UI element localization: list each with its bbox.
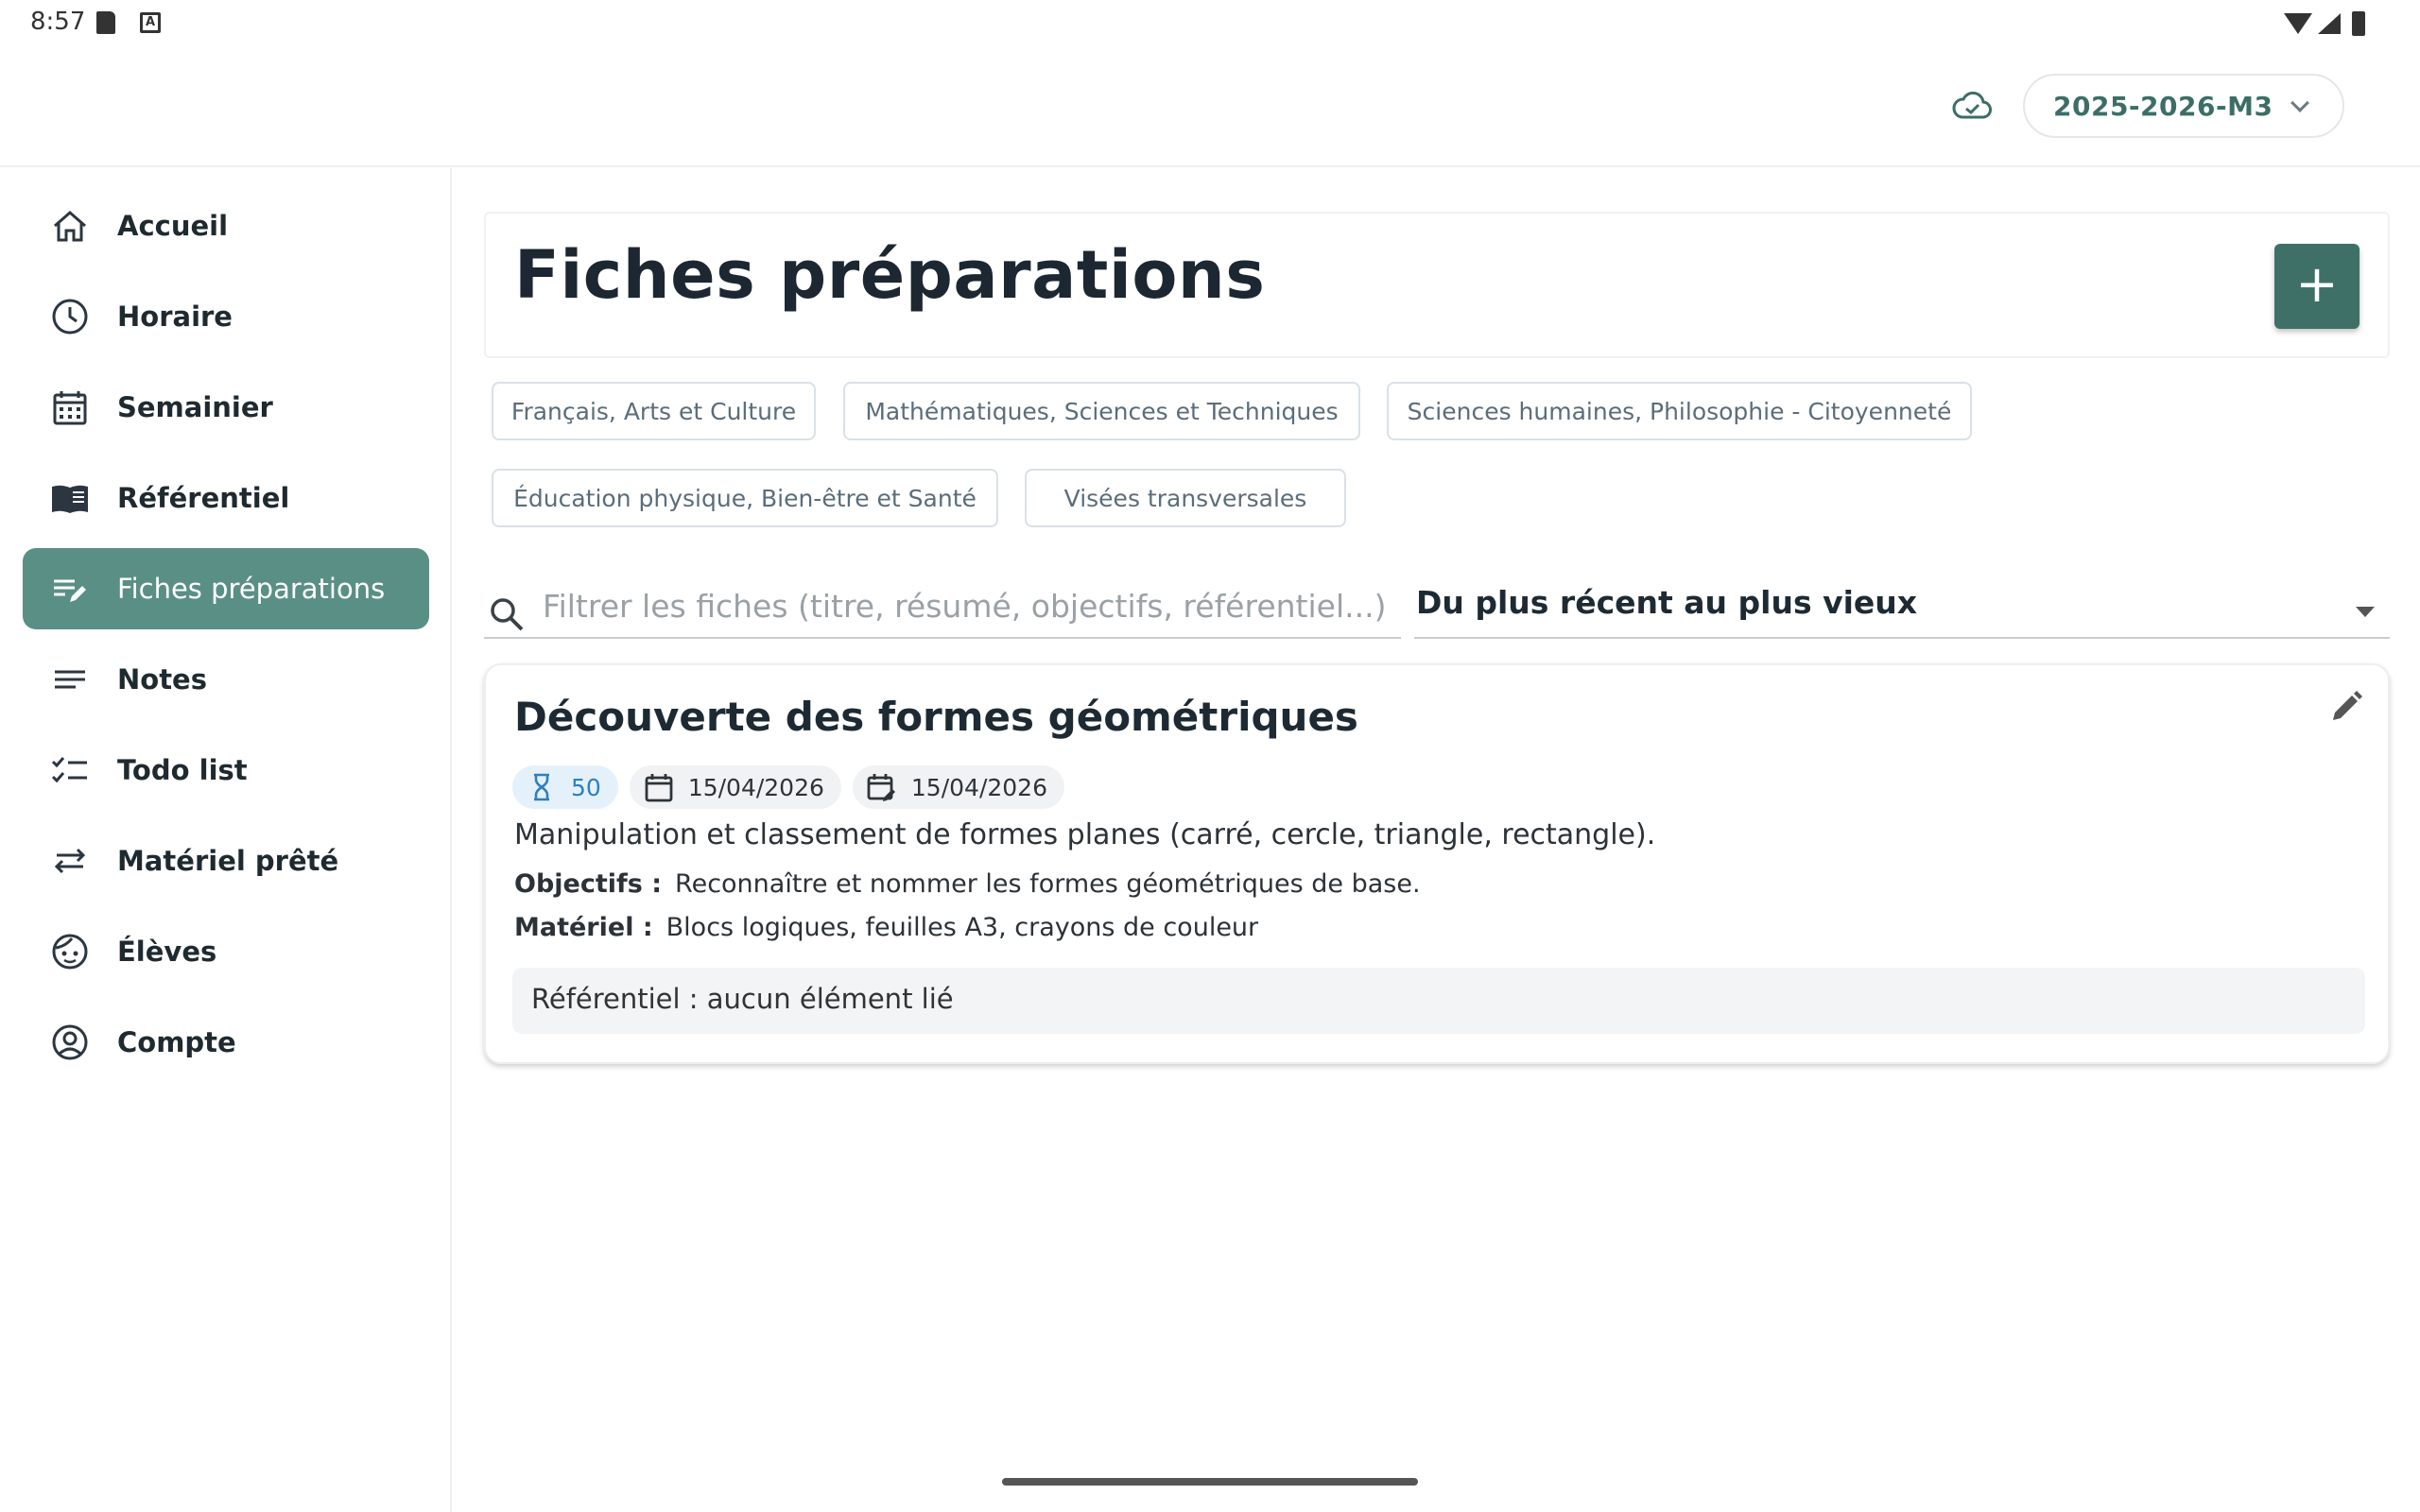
filter-chip-education-physique[interactable]: Éducation physique, Bien-être et Santé [492, 469, 998, 527]
gesture-home-bar[interactable] [1002, 1478, 1418, 1486]
search-icon [491, 598, 524, 631]
fiche-meta: 50 15/04/2026 15/04/2026 [512, 765, 1064, 809]
filter-chip-visees-transversales[interactable]: Visées transversales [1025, 469, 1346, 527]
search-input[interactable] [543, 582, 1393, 629]
home-icon [54, 211, 86, 242]
face-icon [52, 934, 88, 970]
fiche-objectifs: Objectifs : Reconnaître et nommer les for… [514, 869, 1421, 899]
fiche-summary: Manipulation et classement de formes pla… [514, 818, 1656, 851]
edit-note-icon [54, 579, 86, 602]
sidebar-item-fiches-preparations[interactable]: Fiches préparations [23, 548, 429, 629]
cloud-sync-icon[interactable] [1951, 92, 1993, 120]
dropdown-arrow-icon [2356, 607, 2375, 617]
wifi-icon [2284, 13, 2312, 34]
fiche-materiel: Matériel : Blocs logiques, feuilles A3, c… [514, 913, 1258, 942]
date-created: 15/04/2026 [687, 773, 824, 801]
sidebar-item-label: Notes [117, 663, 207, 696]
status-time: 8:57 [30, 8, 86, 36]
sd-card-icon [96, 11, 115, 34]
duration-value: 50 [571, 773, 601, 801]
status-icons [2284, 9, 2382, 38]
search-field [484, 578, 1401, 639]
notes-icon [55, 670, 85, 689]
sidebar-item-label: Matériel prêté [117, 845, 339, 877]
sidebar-item-label: Accueil [117, 210, 229, 242]
year-selector-value: 2025-2026-M3 [2053, 90, 2273, 122]
sidebar-item-horaire[interactable]: Horaire [23, 276, 429, 357]
calendar-icon [645, 774, 673, 802]
battery-icon [2352, 11, 2365, 36]
sidebar-item-label: Horaire [117, 301, 233, 333]
calendar-edit-icon [867, 774, 895, 801]
fiche-referentiel: Référentiel : aucun élément lié [512, 968, 2365, 1034]
sidebar-item-referentiel[interactable]: Référentiel [23, 457, 429, 539]
sidebar-item-label: Fiches préparations [117, 573, 386, 605]
account-icon [52, 1024, 88, 1060]
status-bar: 8:57 A [0, 0, 2420, 47]
checklist-icon [51, 757, 87, 783]
sort-select[interactable]: Du plus récent au plus vieux [1414, 578, 2390, 639]
sidebar-item-label: Élèves [117, 936, 217, 968]
book-icon [52, 485, 88, 513]
sidebar-item-label: Todo list [117, 754, 248, 786]
referentiel-text: Référentiel : aucun élément lié [531, 983, 954, 1015]
keyboard-a-icon: A [140, 12, 161, 33]
materiel-label: Matériel : [514, 913, 653, 942]
swap-icon [54, 848, 86, 874]
date-edited: 15/04/2026 [910, 773, 1047, 801]
materiel-value: Blocs logiques, feuilles A3, crayons de … [666, 913, 1259, 942]
fiche-title: Découverte des formes géométriques [514, 694, 1358, 740]
date-created-badge: 15/04/2026 [629, 765, 841, 809]
page-header: Fiches préparations + [484, 212, 2390, 358]
fiche-card[interactable]: Découverte des formes géométriques 50 15… [484, 663, 2390, 1064]
filter-chip-francais[interactable]: Français, Arts et Culture [492, 382, 816, 440]
objectifs-value: Reconnaître et nommer les formes géométr… [675, 869, 1421, 899]
sidebar-item-label: Semainier [117, 391, 273, 423]
sidebar-item-label: Compte [117, 1026, 236, 1058]
hourglass-icon [534, 773, 549, 801]
calendar-icon [53, 391, 87, 425]
signal-icon [2318, 13, 2341, 34]
edit-pencil-icon[interactable] [2327, 688, 2365, 726]
sidebar: Accueil Horaire Semainier Référentiel Fi… [0, 168, 452, 1512]
date-edited-badge: 15/04/2026 [852, 765, 1064, 809]
duration-badge: 50 [512, 765, 618, 809]
year-selector[interactable]: 2025-2026-M3 [2023, 74, 2344, 138]
sidebar-item-accueil[interactable]: Accueil [23, 185, 429, 266]
filter-chip-sciences-humaines[interactable]: Sciences humaines, Philosophie - Citoyen… [1387, 382, 1972, 440]
sidebar-item-notes[interactable]: Notes [23, 639, 429, 720]
sort-select-value: Du plus récent au plus vieux [1416, 584, 1918, 621]
sidebar-item-todo-list[interactable]: Todo list [23, 730, 429, 811]
clock-icon [52, 299, 88, 335]
filter-chip-mathematiques[interactable]: Mathématiques, Sciences et Techniques [843, 382, 1360, 440]
sidebar-item-materiel-prete[interactable]: Matériel prêté [23, 820, 429, 902]
sidebar-item-eleves[interactable]: Élèves [23, 911, 429, 992]
sidebar-item-compte[interactable]: Compte [23, 1002, 429, 1083]
sidebar-item-label: Référentiel [117, 482, 290, 514]
sidebar-item-semainier[interactable]: Semainier [23, 367, 429, 448]
objectifs-label: Objectifs : [514, 869, 663, 899]
add-fiche-button[interactable]: + [2274, 244, 2360, 329]
top-app-bar: 2025-2026-M3 [0, 47, 2420, 167]
chevron-down-icon [2290, 94, 2309, 112]
page-title: Fiches préparations [514, 236, 1266, 314]
